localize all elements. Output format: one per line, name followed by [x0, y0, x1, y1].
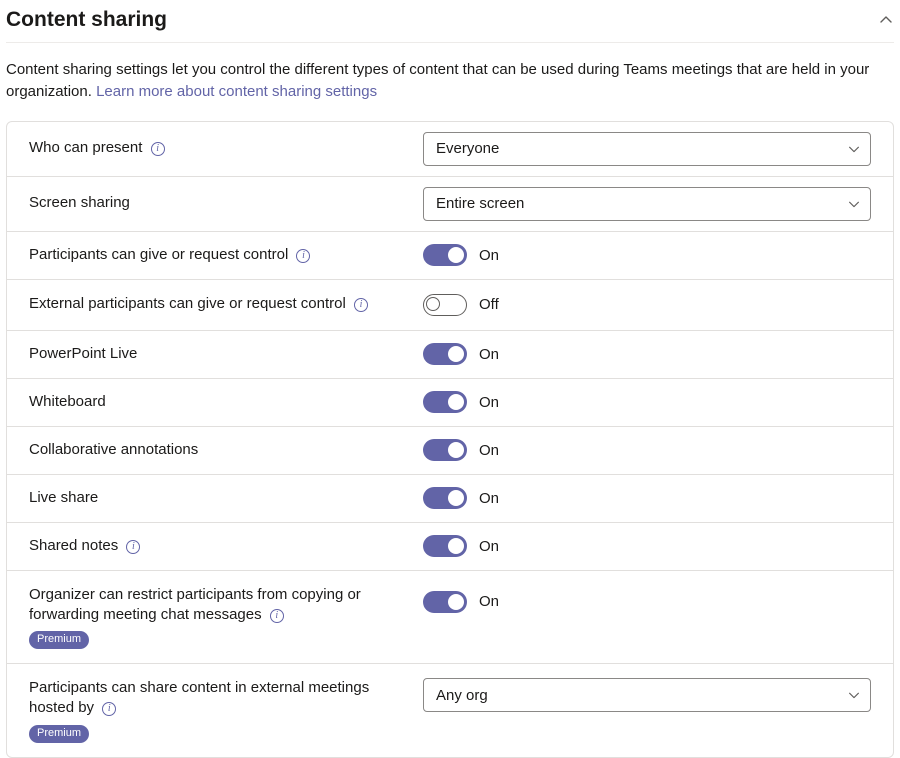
section-description: Content sharing settings let you control… [6, 59, 894, 103]
toggle-state-label: On [479, 538, 499, 555]
toggle-state-label: On [479, 247, 499, 264]
premium-badge: Premium [29, 631, 89, 649]
info-icon[interactable] [270, 609, 284, 623]
learn-more-link[interactable]: Learn more about content sharing setting… [96, 83, 377, 100]
toggle-state-label: On [479, 442, 499, 459]
info-icon[interactable] [102, 702, 116, 716]
toggle-restrict-copy-forward[interactable] [423, 591, 467, 613]
row-restrict-copy-forward: Organizer can restrict participants from… [7, 571, 893, 665]
label-collaborative-annotations: Collaborative annotations [29, 441, 198, 458]
toggle-give-request-control[interactable] [423, 244, 467, 266]
select-value: Everyone [436, 140, 499, 157]
select-value: Entire screen [436, 195, 524, 212]
toggle-external-give-request-control[interactable] [423, 294, 467, 316]
label-powerpoint-live: PowerPoint Live [29, 345, 137, 362]
row-give-request-control: Participants can give or request control… [7, 232, 893, 280]
toggle-state-label: On [479, 346, 499, 363]
toggle-state-label: On [479, 490, 499, 507]
row-whiteboard: Whiteboard On [7, 379, 893, 427]
info-icon[interactable] [126, 540, 140, 554]
row-powerpoint-live: PowerPoint Live On [7, 331, 893, 379]
row-external-give-request-control: External participants can give or reques… [7, 280, 893, 331]
row-collaborative-annotations: Collaborative annotations On [7, 427, 893, 475]
row-screen-sharing: Screen sharing Entire screen [7, 177, 893, 232]
chevron-up-icon [878, 12, 894, 28]
select-who-can-present[interactable]: Everyone [423, 132, 871, 166]
label-screen-sharing: Screen sharing [29, 194, 130, 211]
label-restrict-copy-forward: Organizer can restrict participants from… [29, 586, 361, 623]
label-shared-notes: Shared notes [29, 537, 118, 554]
toggle-collaborative-annotations[interactable] [423, 439, 467, 461]
row-who-can-present: Who can present Everyone [7, 122, 893, 177]
premium-badge: Premium [29, 725, 89, 743]
label-who-can-present: Who can present [29, 139, 142, 156]
section-header[interactable]: Content sharing [6, 4, 894, 43]
row-shared-notes: Shared notes On [7, 523, 893, 571]
info-icon[interactable] [354, 298, 368, 312]
label-external-give-request-control: External participants can give or reques… [29, 295, 346, 312]
label-share-external: Participants can share content in extern… [29, 679, 369, 716]
info-icon[interactable] [151, 142, 165, 156]
toggle-state-label: On [479, 593, 499, 610]
label-give-request-control: Participants can give or request control [29, 246, 288, 263]
toggle-powerpoint-live[interactable] [423, 343, 467, 365]
row-live-share: Live share On [7, 475, 893, 523]
toggle-live-share[interactable] [423, 487, 467, 509]
select-screen-sharing[interactable]: Entire screen [423, 187, 871, 221]
toggle-state-label: Off [479, 296, 499, 313]
label-live-share: Live share [29, 489, 98, 506]
select-share-external[interactable]: Any org [423, 678, 871, 712]
settings-card: Who can present Everyone Screen sharing … [6, 121, 894, 758]
info-icon[interactable] [296, 249, 310, 263]
toggle-state-label: On [479, 394, 499, 411]
toggle-whiteboard[interactable] [423, 391, 467, 413]
label-whiteboard: Whiteboard [29, 393, 106, 410]
toggle-shared-notes[interactable] [423, 535, 467, 557]
section-title: Content sharing [6, 8, 167, 32]
row-share-external: Participants can share content in extern… [7, 664, 893, 757]
select-value: Any org [436, 687, 488, 704]
